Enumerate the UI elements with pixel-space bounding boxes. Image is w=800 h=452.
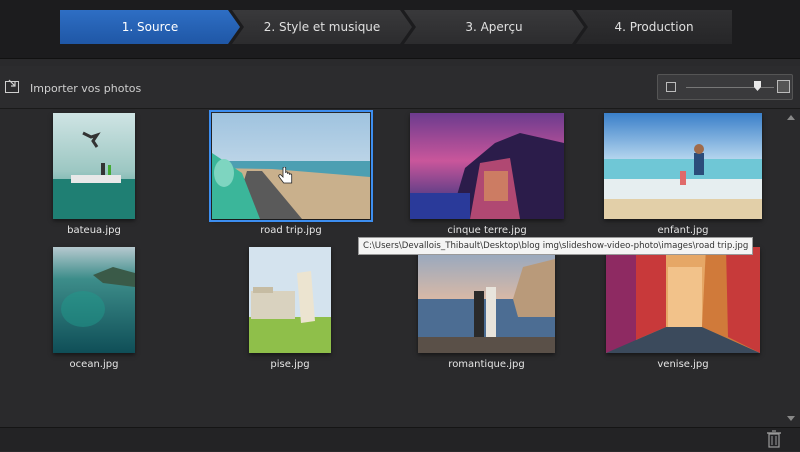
import-photo-icon bbox=[4, 78, 20, 98]
scroll-down-icon[interactable] bbox=[787, 416, 795, 421]
thumbnail-size-control bbox=[657, 74, 793, 100]
import-photos-button[interactable]: Importer vos photos bbox=[4, 79, 141, 97]
mouse-cursor-icon bbox=[278, 166, 294, 187]
photo-filename: romantique.jpg bbox=[448, 359, 525, 370]
step-apercu[interactable]: 3. Aperçu bbox=[404, 10, 584, 44]
wizard-bar: 1. Source 2. Style et musique 3. Aperçu … bbox=[0, 0, 800, 59]
photo-filename: enfant.jpg bbox=[657, 225, 709, 236]
photo-thumbnail[interactable] bbox=[418, 247, 555, 353]
photo-thumbnail[interactable] bbox=[209, 110, 373, 222]
wizard-steps: 1. Source 2. Style et musique 3. Aperçu … bbox=[60, 10, 732, 44]
photo-thumbnail[interactable] bbox=[249, 247, 331, 353]
photo-filename: bateua.jpg bbox=[67, 225, 121, 236]
photo-item[interactable]: enfant.jpg bbox=[604, 113, 762, 239]
photo-thumbnail[interactable] bbox=[53, 113, 135, 219]
photo-thumbnail[interactable] bbox=[53, 247, 135, 353]
photo-item[interactable]: bateua.jpg bbox=[53, 113, 135, 239]
photo-item[interactable]: ocean.jpg bbox=[53, 247, 135, 373]
grid-scrollbar[interactable] bbox=[783, 109, 800, 427]
photo-item[interactable]: venise.jpg bbox=[606, 247, 760, 373]
slider-handle[interactable] bbox=[754, 81, 761, 91]
photo-filename: pise.jpg bbox=[270, 359, 310, 370]
photo-filename: road trip.jpg bbox=[260, 225, 322, 236]
import-photos-label: Importer vos photos bbox=[30, 81, 142, 95]
photo-thumbnail[interactable] bbox=[604, 113, 762, 219]
photo-filename: cinque terre.jpg bbox=[447, 225, 527, 236]
trash-icon[interactable] bbox=[764, 430, 784, 448]
import-toolbar: Importer vos photos bbox=[0, 66, 800, 109]
photo-item[interactable]: cinque terre.jpg bbox=[410, 113, 564, 239]
step-style-musique[interactable]: 2. Style et musique bbox=[232, 10, 412, 44]
photo-thumbnail[interactable] bbox=[606, 247, 760, 353]
file-path-tooltip: C:\Users\Devallois_Thibault\Desktop\blog… bbox=[358, 237, 754, 255]
bottom-bar bbox=[0, 427, 800, 451]
photo-item[interactable]: romantique.jpg bbox=[418, 247, 555, 373]
step-production[interactable]: 4. Production bbox=[576, 10, 732, 44]
photo-filename: ocean.jpg bbox=[69, 359, 119, 370]
photo-thumbnail[interactable] bbox=[410, 113, 564, 219]
thumbnail-large-icon[interactable] bbox=[777, 80, 790, 93]
photo-grid: bateua.jpg road trip.jpg cinque terre.jp… bbox=[0, 109, 782, 427]
photo-filename: venise.jpg bbox=[657, 359, 709, 370]
thumbnail-small-icon[interactable] bbox=[666, 82, 676, 92]
step-source[interactable]: 1. Source bbox=[60, 10, 240, 44]
scroll-up-icon[interactable] bbox=[787, 115, 795, 120]
photo-item[interactable]: pise.jpg bbox=[249, 247, 331, 373]
